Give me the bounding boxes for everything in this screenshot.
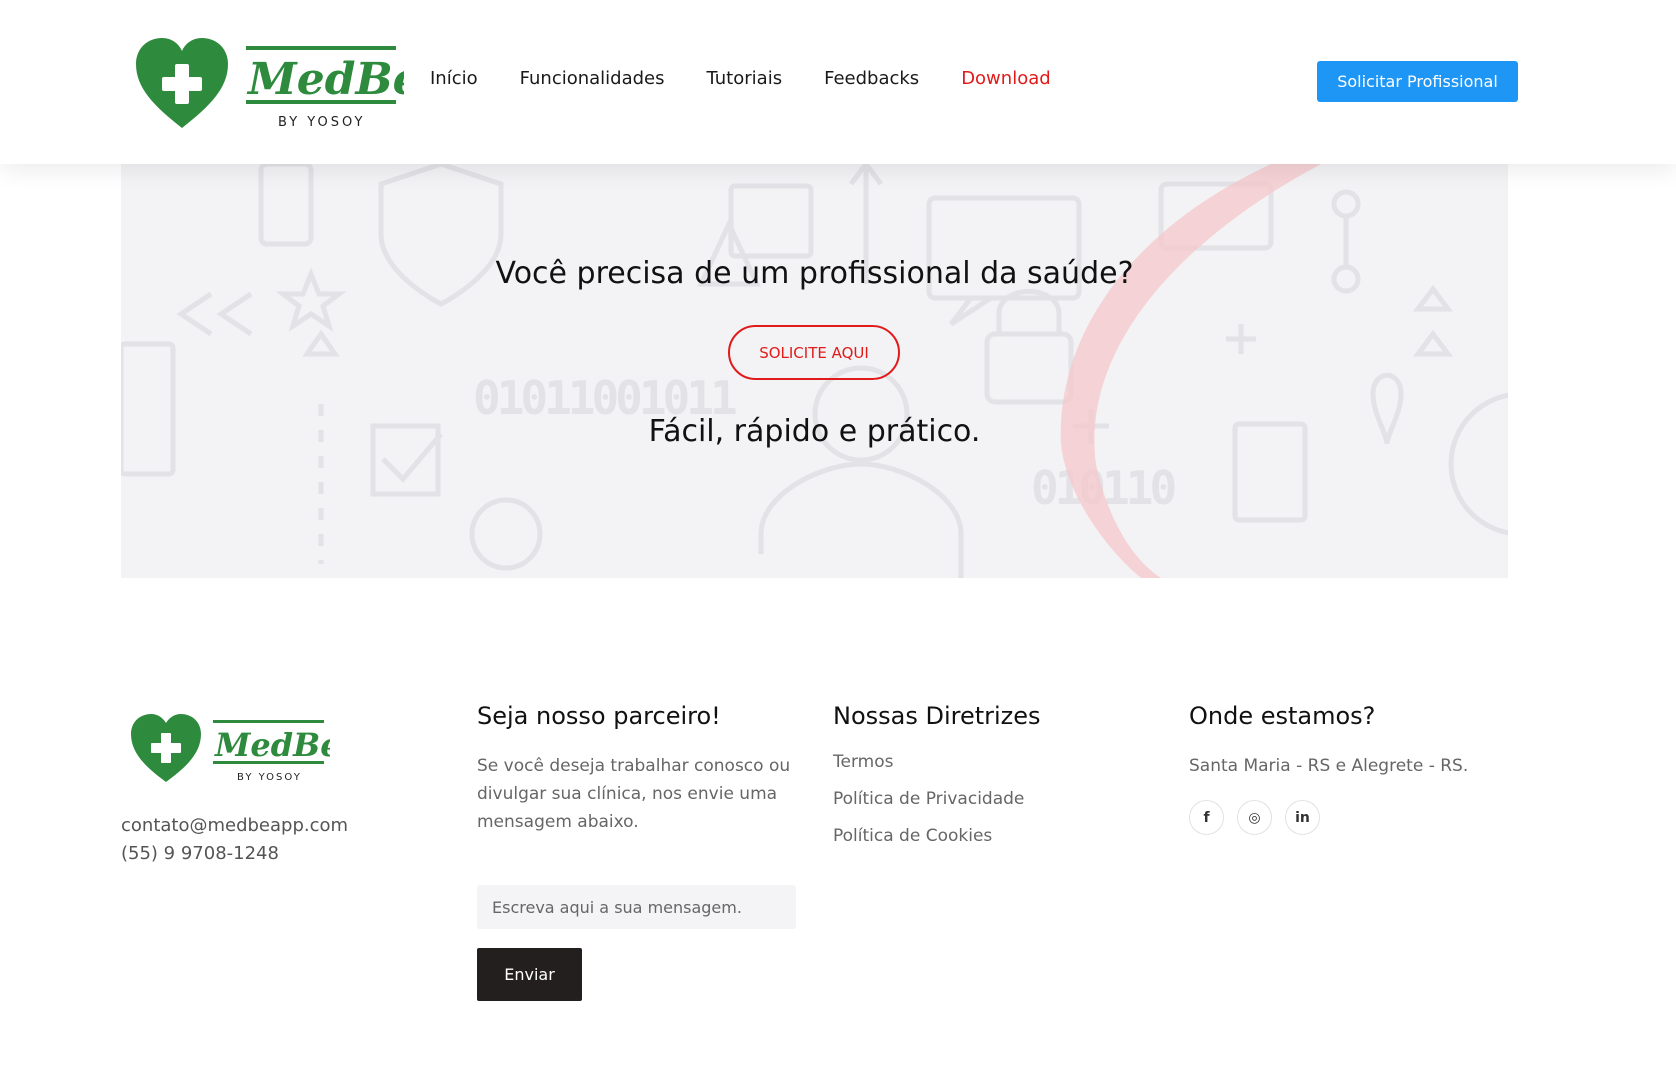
linkedin-icon[interactable]: in [1285,800,1320,835]
nav-funcionalidades[interactable]: Funcionalidades [520,68,665,89]
social-links: f ◎ in [1189,800,1320,835]
nav-feedbacks[interactable]: Feedbacks [824,68,919,89]
partner-section: Seja nosso parceiro! Se você deseja trab… [477,702,797,836]
instagram-icon[interactable]: ◎ [1237,800,1272,835]
nav-download[interactable]: Download [961,68,1050,89]
nav-tutoriais[interactable]: Tutoriais [707,68,783,89]
hero-title: Você precisa de um profissional da saúde… [495,256,1134,291]
site-header: MedBe BY YOSOY Início Funcionalidades Tu… [0,0,1676,164]
contact-phone: (55) 9 9708-1248 [121,843,279,864]
solicitar-profissional-button[interactable]: Solicitar Profissional [1317,61,1518,102]
guidelines-section: Nossas Diretrizes Termos Política de Pri… [833,702,1041,863]
location-text: Santa Maria - RS e Alegrete - RS. [1189,756,1469,776]
message-input[interactable] [477,885,796,929]
link-termos[interactable]: Termos [833,752,1041,772]
partner-text: Se você deseja trabalhar conosco ou divu… [477,756,791,832]
link-politica-privacidade[interactable]: Política de Privacidade [833,789,1041,809]
footer-logo[interactable]: MedBe BY YOSOY [130,712,330,788]
link-politica-cookies[interactable]: Política de Cookies [833,826,1041,846]
svg-text:MedBe: MedBe [214,726,330,764]
contact-email[interactable]: contato@medbeapp.com [121,812,348,840]
solicite-aqui-button[interactable]: SOLICITE AQUI [728,325,900,380]
send-button[interactable]: Enviar [477,948,582,1001]
medbe-logo[interactable]: MedBe BY YOSOY [134,36,404,136]
main-nav: Início Funcionalidades Tutoriais Feedbac… [430,68,1093,89]
location-section: Onde estamos? Santa Maria - RS e Alegret… [1189,702,1468,780]
facebook-icon[interactable]: f [1189,800,1224,835]
hero-banner: 01011001011 010110 Você precisa de um pr… [121,164,1508,578]
footer-contact: contato@medbeapp.com (55) 9 9708-1248 [121,812,348,868]
nav-inicio[interactable]: Início [430,68,478,89]
svg-text:BY YOSOY: BY YOSOY [278,115,365,130]
guidelines-heading: Nossas Diretrizes [833,702,1041,730]
partner-heading: Seja nosso parceiro! [477,702,721,730]
svg-text:MedBe: MedBe [246,54,404,105]
svg-text:BY YOSOY: BY YOSOY [237,772,302,783]
hero-subtitle: Fácil, rápido e prático. [648,414,981,449]
location-heading: Onde estamos? [1189,702,1376,730]
